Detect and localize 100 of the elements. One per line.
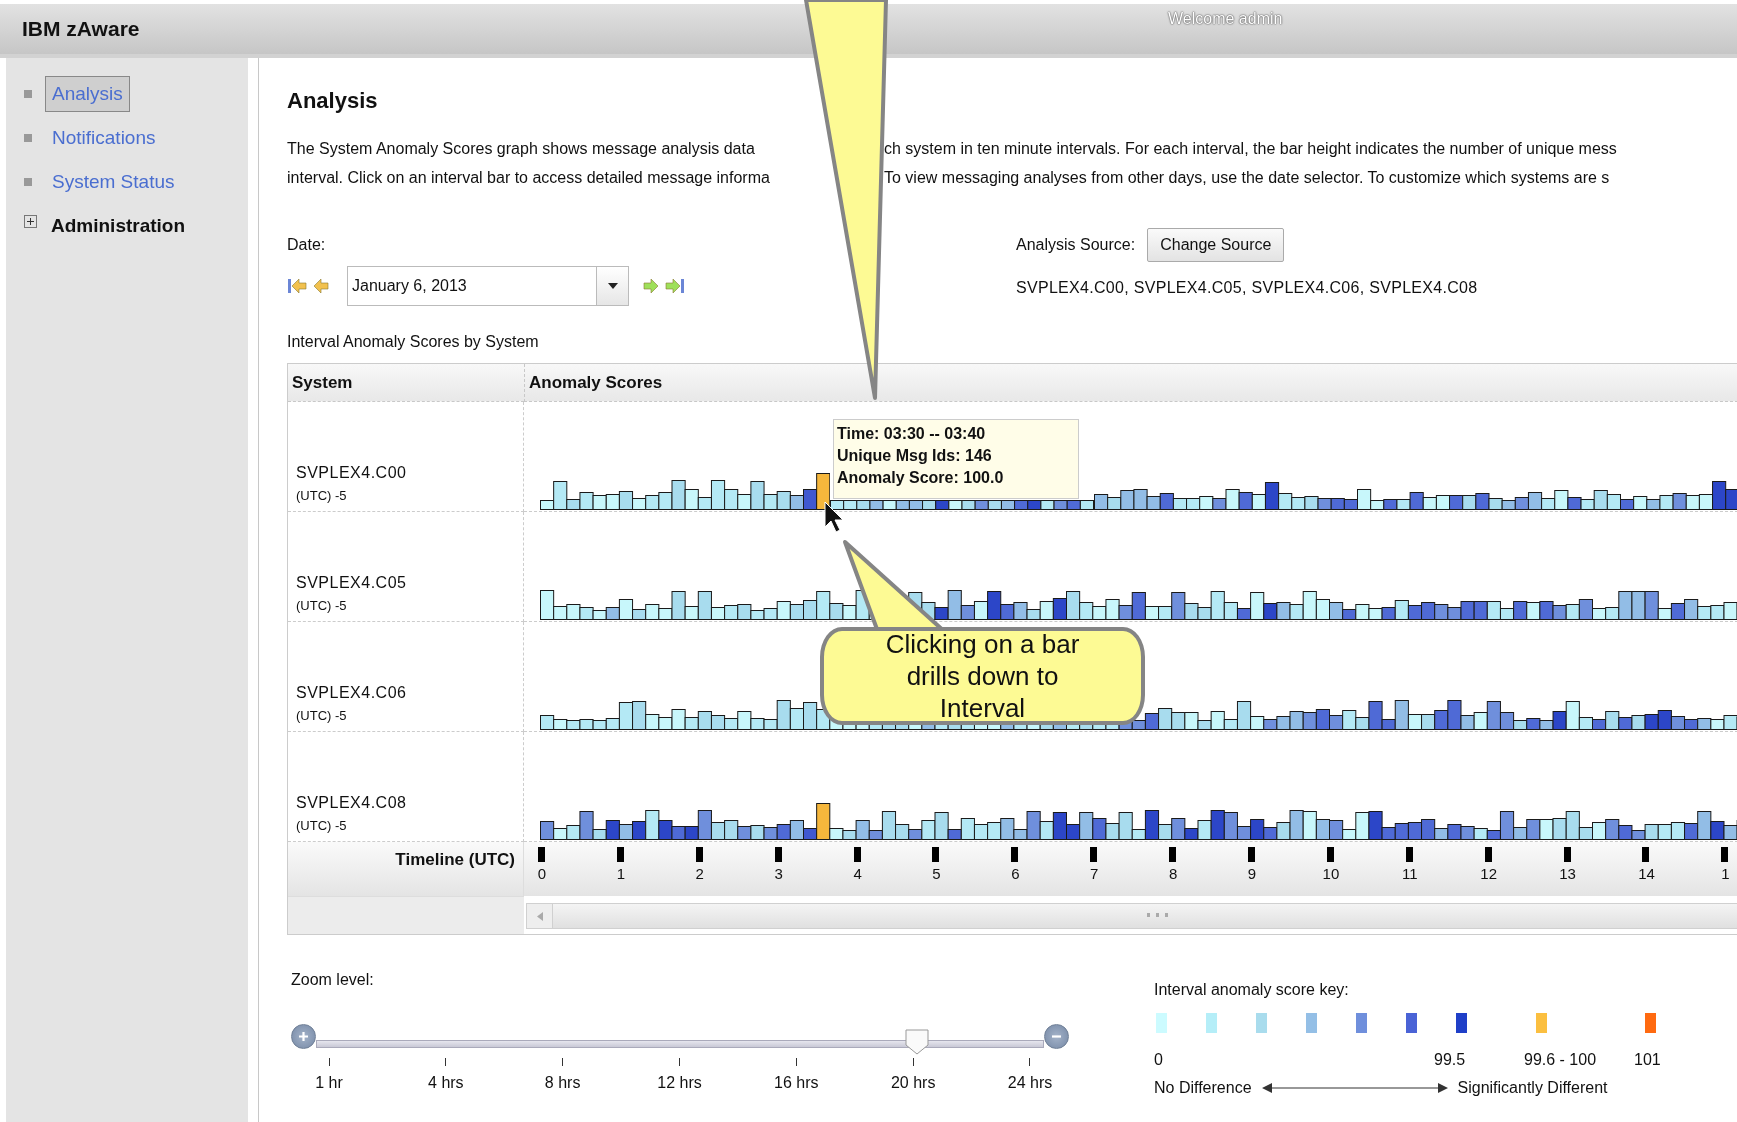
description-text: The System Anomaly Scores graph shows message analysis data — [287, 139, 756, 158]
hour-label: 6 — [1010, 865, 1021, 882]
system-name: SVPLEX4.C06 — [296, 684, 408, 702]
date-label: Date: — [287, 236, 327, 254]
expand-icon[interactable] — [24, 215, 37, 228]
welcome-text: Welcome admin — [1168, 10, 1283, 28]
system-name: SVPLEX4.C00 — [296, 464, 408, 482]
date-field[interactable]: January 6, 2013 — [347, 266, 596, 306]
hour-label: 4 — [852, 865, 863, 882]
system-name: SVPLEX4.C08 — [296, 794, 408, 812]
left-arrow-icon — [536, 911, 543, 921]
zoom-out-button[interactable] — [1044, 1023, 1069, 1049]
timeline-tick — [1642, 847, 1650, 862]
tooltip-line: Unique Msg Ids: 146 — [837, 447, 993, 465]
nav-link[interactable]: Notifications — [45, 120, 163, 156]
zoom-in-button[interactable] — [291, 1023, 316, 1049]
timeline-tick — [538, 847, 545, 862]
hour-label: 12 — [1479, 865, 1499, 882]
anomaly-bars-drawing[interactable] — [1094, 481, 1737, 510]
hour-label: 1 — [1720, 865, 1731, 882]
product-name: IBM zAware — [22, 17, 140, 41]
timeline-tick — [774, 847, 782, 862]
timeline-tick — [1405, 847, 1413, 862]
timeline-tick — [853, 847, 861, 862]
key-left-label: No Difference — [1154, 1079, 1252, 1097]
timezone-offset: (UTC) -5 — [296, 818, 348, 833]
source-label: Analysis Source: — [1016, 236, 1136, 254]
timeline-tick — [1721, 847, 1729, 862]
key-title: Interval anomaly score key: — [1154, 981, 1350, 999]
timezone-offset: (UTC) -5 — [296, 598, 348, 613]
hour-label: 0 — [536, 865, 548, 882]
nav-link[interactable]: System Status — [45, 164, 182, 200]
grip-icon — [1147, 913, 1169, 917]
anomaly-bars-drawing[interactable] — [540, 473, 831, 510]
zoom-tick-label: 20 hrs — [890, 1074, 936, 1092]
hour-label: 14 — [1637, 865, 1656, 882]
timeline-tick — [1011, 847, 1019, 862]
hour-label: 7 — [1089, 865, 1100, 882]
first-day-button[interactable] — [287, 278, 307, 294]
scroll-left-button[interactable] — [527, 904, 553, 928]
horizontal-scrollbar[interactable] — [526, 903, 1737, 929]
bullet-icon — [24, 90, 32, 98]
caret-icon — [607, 283, 618, 289]
timezone-offset: (UTC) -5 — [296, 488, 348, 503]
zoom-tick-label: 4 hrs — [428, 1074, 464, 1092]
timeline-label: Timeline (UTC) — [395, 850, 515, 871]
timeline-tick — [932, 847, 940, 862]
timeline-tick — [1169, 847, 1177, 862]
timeline-tick — [1248, 847, 1255, 862]
hour-label: 10 — [1321, 865, 1341, 882]
zoom-tick-label: 24 hrs — [1007, 1074, 1053, 1092]
zoom-slider-track[interactable] — [316, 1029, 1044, 1057]
source-systems: SVPLEX4.C00, SVPLEX4.C05, SVPLEX4.C06, SVPLEX4.C08 — [1016, 279, 1478, 297]
previous-day-button[interactable] — [313, 278, 329, 294]
timeline-tick — [616, 847, 624, 862]
hour-label: 2 — [694, 865, 705, 882]
timeline-tick — [1326, 847, 1334, 862]
tooltip-line: Anomaly Score: 100.0 — [837, 469, 1005, 487]
key-alert-label: 101 — [1634, 1051, 1662, 1069]
last-day-button[interactable] — [665, 278, 685, 294]
description-text: interval. Click on an interval bar to access detailed message informa — [287, 168, 771, 187]
zoom-tick-label: 16 hrs — [774, 1074, 819, 1092]
zoom-label: Zoom level: — [291, 971, 375, 989]
hour-label: 3 — [773, 865, 784, 882]
zoom-tick-label: 12 hrs — [657, 1074, 702, 1092]
dropdown-button[interactable] — [596, 266, 629, 306]
key-min-label: 0 — [1154, 1051, 1164, 1069]
key-warning-label: 99.6 - 100 — [1524, 1051, 1598, 1069]
hour-label: 8 — [1167, 865, 1179, 882]
key-right-label: Significantly Different — [1457, 1079, 1608, 1097]
hour-label: 1 — [615, 865, 627, 882]
timeline-tick — [1090, 847, 1098, 862]
bullet-icon — [24, 134, 32, 142]
hour-label: 11 — [1401, 865, 1419, 882]
chart-title: Interval Anomaly Scores by System — [287, 333, 540, 351]
tooltip-line: Time: 03:30 -- 03:40 — [837, 425, 987, 443]
anomaly-bars-drawing[interactable] — [540, 590, 1737, 620]
timezone-offset: (UTC) -5 — [296, 708, 348, 723]
column-header: System — [288, 364, 524, 402]
description-text: ch system in ten minute intervals. For each interval, the bar height indicates the number of unique mess — [884, 139, 1617, 158]
anomaly-bars-drawing[interactable] — [830, 500, 1095, 510]
anomaly-bars-drawing[interactable] — [540, 803, 1737, 840]
system-name: SVPLEX4.C05 — [296, 574, 408, 592]
cursor-icon — [824, 501, 844, 533]
change-source-button[interactable]: Change Source — [1147, 228, 1285, 262]
zoom-tick-label: 8 hrs — [544, 1074, 581, 1092]
minus-icon — [1051, 1034, 1062, 1038]
description-text: To view messaging analyses from other days, use the date selector. To customize which systems are s — [884, 168, 1610, 187]
next-day-button[interactable] — [643, 278, 659, 294]
slider-thumb[interactable] — [905, 1029, 930, 1055]
page-title: Analysis — [287, 88, 379, 114]
plus-icon — [298, 1030, 309, 1042]
nav-group[interactable]: Administration — [51, 209, 186, 243]
key-max-label: 99.5 — [1434, 1051, 1467, 1069]
timeline-tick — [1563, 847, 1571, 862]
double-arrow-icon — [1261, 1082, 1448, 1094]
timeline-tick — [1484, 847, 1492, 862]
hour-label: 13 — [1558, 865, 1577, 882]
timeline-tick — [695, 847, 703, 862]
hour-label: 9 — [1246, 865, 1258, 882]
